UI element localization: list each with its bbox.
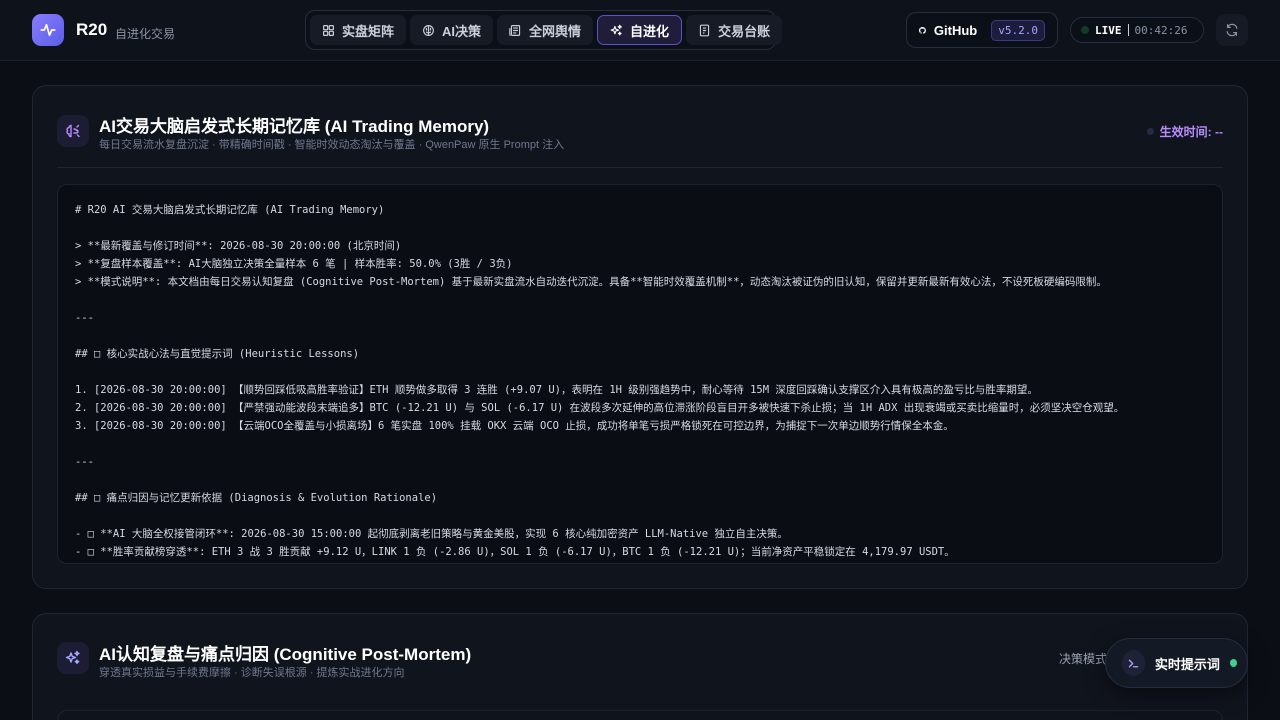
divider [1127,24,1129,36]
effective-time-label: 生效时间: -- [1159,125,1223,139]
doc-line: --- [75,312,94,324]
doc-line: ## □ 核心实战心法与直觉提示词 (Heuristic Lessons) [75,348,360,360]
doc-line: > **模式说明**: 本文档由每日交易认知复盘 (Cognitive Post… [75,276,1107,288]
terminal-icon [1128,659,1139,667]
online-dot [1229,659,1237,667]
decision-mode-label: 决策模式 [1059,652,1108,666]
sparkles-icon [65,650,80,665]
refresh-button[interactable] [1216,14,1248,46]
doc-line: > **复盘样本覆盖**: AI大脑独立决策全量样本 6 笔 | 样本胜率: 5… [75,258,513,270]
doc-line: - □ **胜率贡献榜穿透**: ETH 3 战 3 胜贡献 +9.12 U，L… [75,546,955,558]
grid-icon [323,24,334,36]
doc-line [75,507,1205,525]
doc-line [75,291,1205,309]
doc-line [75,471,1205,489]
card-title: AI交易大脑启发式长期记忆库 (AI Trading Memory) [99,117,490,136]
card-icon-wrap [57,115,89,147]
card-icon-wrap [57,642,89,674]
top-header: R20 自进化交易 实盘矩阵 AI决策 全网舆情 自进化 交易台账 GitHub… [0,0,1280,61]
tab-sentiment[interactable]: 全网舆情 [497,15,594,45]
live-label: LIVE [1095,23,1122,37]
doc-line: - □ **AI 大脑全权接管闭环**: 2026-08-30 15:00:00… [75,528,788,540]
ledger-icon [699,24,710,36]
refresh-icon [1226,23,1238,37]
tab-self-evolution[interactable]: 自进化 [597,15,683,45]
tab-label: 全网舆情 [529,23,582,39]
doc-line [75,219,1205,237]
brain-icon [66,124,80,138]
doc-line: ## □ 痛点归因与记忆更新依据 (Diagnosis & Evolution … [75,492,438,504]
live-indicator-dot [1081,26,1089,34]
terminal-icon-wrap [1122,650,1145,676]
doc-line: > **最新覆盖与修订时间**: 2026-08-30 20:00:00 (北京… [75,240,402,252]
tab-label: AI决策 [442,23,482,39]
live-status: LIVE 00:42:26 [1070,17,1204,43]
tab-label: 交易台账 [718,23,771,39]
card-subtitle: 每日交易流水复盘沉淀 · 带精确时间戳 · 智能时效动态淘汰与覆盖 · Qwen… [99,139,565,151]
tab-label: 实盘矩阵 [342,23,395,39]
card-subtitle: 穿透真实损益与手续费摩擦 · 诊断失误根源 · 提炼实战进化方向 [99,667,405,679]
doc-line: 3. [2026-08-30 20:00:00] 【云端OCO全覆盖与小损离场】… [75,420,954,432]
memory-document[interactable]: # R20 AI 交易大脑启发式长期记忆库 (AI Trading Memory… [57,184,1223,564]
brand-subtitle: 自进化交易 [115,27,176,41]
brain-icon [423,24,434,36]
live-prompt-button[interactable]: 实时提示词 [1105,638,1248,688]
doc-line: 2. [2026-08-30 20:00:00] 【严禁强动能波段末端追多】BT… [75,402,1125,414]
card-title: AI认知复盘与痛点归因 (Cognitive Post-Mortem) [99,645,472,664]
app-logo[interactable] [32,14,64,46]
effective-time: 生效时间: -- [1146,123,1223,140]
doc-line: # R20 AI 交易大脑启发式长期记忆库 (AI Trading Memory… [75,204,385,216]
doc-line [75,327,1205,345]
doc-line: --- [75,456,94,468]
postmortem-card: AI认知复盘与痛点归因 (Cognitive Post-Mortem) 穿透真实… [32,613,1248,720]
github-button[interactable]: GitHub v5.2.0 [906,12,1058,48]
status-dot [1146,128,1154,135]
doc-line: 1. [2026-08-30 20:00:00] 【顺势回踩低吸高胜率验证】ET… [75,384,1038,396]
live-clock: 00:42:26 [1134,23,1188,37]
sparkles-icon [610,24,622,35]
doc-line [75,435,1205,453]
tab-ledger[interactable]: 交易台账 [686,15,783,45]
github-icon [919,26,926,34]
tab-label: 自进化 [630,23,670,39]
main-nav: 实盘矩阵 AI决策 全网舆情 自进化 交易台账 [305,10,783,50]
tab-live-matrix[interactable]: 实盘矩阵 [310,15,407,45]
newspaper-icon [509,24,521,36]
live-prompt-label: 实时提示词 [1154,656,1220,672]
memory-card: AI交易大脑启发式长期记忆库 (AI Trading Memory) 每日交易流… [32,85,1248,589]
tab-ai-decision[interactable]: AI决策 [410,15,494,45]
postmortem-content [57,710,1223,720]
brand-name: R20 [76,20,108,39]
github-label: GitHub [933,22,978,38]
pulse-icon [40,23,56,37]
divider [57,167,1223,168]
version-badge: v5.2.0 [991,19,1045,41]
doc-line [75,363,1205,381]
